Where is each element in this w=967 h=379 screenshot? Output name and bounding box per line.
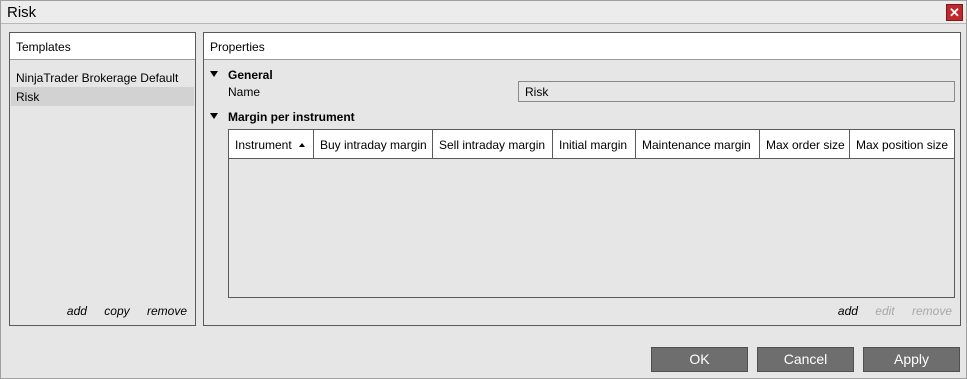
column-header-max-order-size[interactable]: Max order size — [760, 130, 850, 158]
margin-actions: add edit remove — [824, 304, 952, 318]
name-label: Name — [228, 85, 261, 99]
template-add-link[interactable]: add — [67, 304, 87, 318]
templates-panel: Templates NinjaTrader Brokerage Default … — [9, 32, 196, 326]
template-remove-link[interactable]: remove — [147, 304, 187, 318]
template-item-risk[interactable]: Risk — [11, 87, 194, 106]
sort-ascending-icon — [298, 143, 305, 147]
margin-grid[interactable]: Instrument Buy intraday margin Sell intr… — [228, 129, 955, 298]
template-item-default[interactable]: NinjaTrader Brokerage Default — [11, 68, 194, 87]
collapse-triangle-icon[interactable] — [210, 71, 218, 77]
column-header-sell-intraday-margin[interactable]: Sell intraday margin — [433, 130, 553, 158]
margin-remove-link: remove — [911, 304, 952, 318]
margin-edit-link: edit — [875, 304, 895, 318]
template-copy-link[interactable]: copy — [104, 304, 129, 318]
apply-button[interactable]: Apply — [863, 347, 960, 372]
collapse-triangle-icon[interactable] — [210, 113, 218, 119]
column-header-max-position-size[interactable]: Max position size — [850, 130, 954, 158]
template-actions: add copy remove — [53, 304, 187, 318]
grid-header-row: Instrument Buy intraday margin Sell intr… — [229, 130, 954, 159]
title-bar[interactable]: Risk ✕ — [1, 1, 966, 24]
window-title: Risk — [7, 4, 37, 21]
risk-dialog: Risk ✕ Templates NinjaTrader Brokerage D… — [0, 0, 967, 379]
close-icon[interactable]: ✕ — [946, 4, 963, 21]
properties-header: Properties — [204, 33, 960, 60]
margin-add-link[interactable]: add — [838, 304, 858, 318]
margin-section-label: Margin per instrument — [228, 110, 355, 124]
general-section-label: General — [228, 68, 273, 82]
cancel-button[interactable]: Cancel — [757, 347, 854, 372]
ok-button[interactable]: OK — [651, 347, 748, 372]
column-header-instrument[interactable]: Instrument — [229, 130, 314, 158]
column-header-initial-margin[interactable]: Initial margin — [553, 130, 636, 158]
templates-header: Templates — [10, 33, 195, 60]
properties-panel: Properties General Name Risk Margin per … — [203, 32, 961, 326]
margin-section[interactable]: Margin per instrument — [210, 110, 355, 124]
column-header-maintenance-margin[interactable]: Maintenance margin — [636, 130, 760, 158]
general-section[interactable]: General — [210, 68, 273, 82]
column-header-buy-intraday-margin[interactable]: Buy intraday margin — [314, 130, 433, 158]
name-field[interactable]: Risk — [518, 81, 955, 102]
